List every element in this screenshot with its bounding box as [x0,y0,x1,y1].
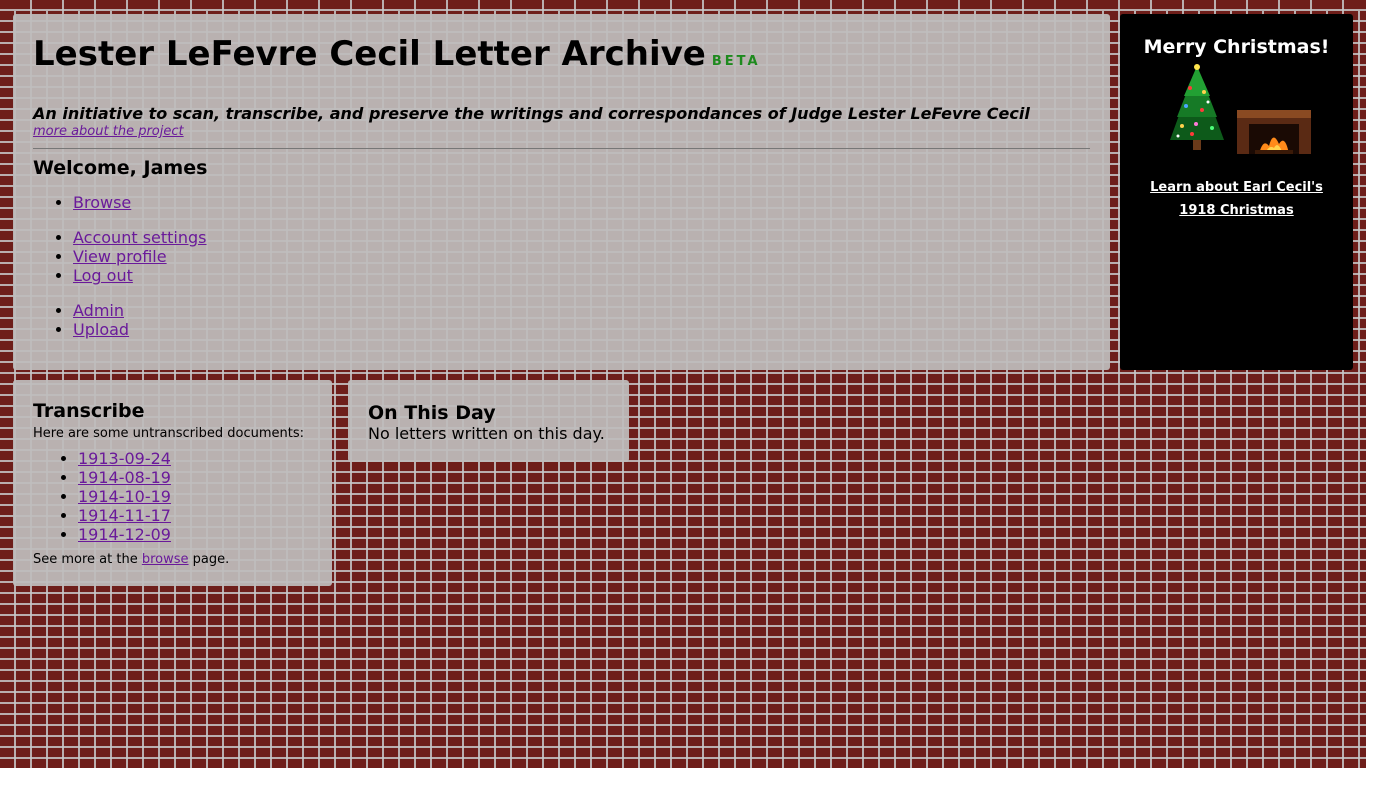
admin-link[interactable]: Admin [73,301,124,320]
welcome-heading: Welcome, James [33,157,208,179]
nav-item: Account settings [73,228,1090,247]
nav-item: Upload [73,320,1090,339]
nav-item: View profile [73,247,1090,266]
tagline: An initiative to scan, transcribe, and p… [33,104,1030,123]
document-link[interactable]: 1914-12-09 [78,525,171,544]
site-title: Lester LeFevre Cecil Letter Archive BETA [33,34,1090,82]
on-this-day-title: On This Day [368,402,496,424]
document-link[interactable]: 1914-10-19 [78,487,171,506]
list-item: 1914-12-09 [78,525,312,544]
untranscribed-document-list: 1913-09-24 1914-08-19 1914-10-19 1914-11… [33,449,312,544]
list-item: 1913-09-24 [78,449,312,468]
list-item: 1914-10-19 [78,487,312,506]
view-profile-link[interactable]: View profile [73,247,167,266]
see-more-text: See more at the browse page. [33,552,312,567]
browse-link[interactable]: Browse [73,193,131,212]
christmas-story-link[interactable]: Learn about Earl Cecil's 1918 Christmas [1137,176,1337,222]
account-settings-link[interactable]: Account settings [73,228,207,247]
about-project-link[interactable]: more about the project [33,124,1090,140]
transcribe-intro: Here are some untranscribed documents: [33,426,305,441]
nav-group-admin: Admin Upload [33,301,1090,339]
log-out-link[interactable]: Log out [73,266,133,285]
beta-badge: BETA [711,54,761,69]
transcribe-title: Transcribe [33,400,145,422]
nav-item: Admin [73,301,1090,320]
header-panel: Lester LeFevre Cecil Letter Archive BETA … [13,14,1110,370]
site-title-text: Lester LeFevre Cecil Letter Archive [33,34,706,74]
document-link[interactable]: 1914-11-17 [78,506,171,525]
christmas-panel: Merry Christmas! Learn about Earl Cecil'… [1120,14,1353,370]
see-more-prefix: See more at the [33,552,138,567]
nav-group-browse: Browse [33,193,1090,212]
transcribe-panel: Transcribe Here are some untranscribed d… [13,380,332,586]
fireplace-image [1237,110,1312,154]
document-link[interactable]: 1913-09-24 [78,449,171,468]
header-divider [33,148,1090,149]
nav-item: Browse [73,193,1090,212]
on-this-day-panel: On This Day No letters written on this d… [348,380,629,462]
upload-link[interactable]: Upload [73,320,129,339]
christmas-tree-image [1169,64,1224,150]
on-this-day-text: No letters written on this day. [368,424,605,443]
see-more-suffix: page. [192,552,230,567]
list-item: 1914-08-19 [78,468,312,487]
document-link[interactable]: 1914-08-19 [78,468,171,487]
list-item: 1914-11-17 [78,506,312,525]
christmas-title: Merry Christmas! [1143,36,1330,58]
browse-inline-link[interactable]: browse [142,552,189,567]
nav-group-account: Account settings View profile Log out [33,228,1090,285]
nav-item: Log out [73,266,1090,285]
